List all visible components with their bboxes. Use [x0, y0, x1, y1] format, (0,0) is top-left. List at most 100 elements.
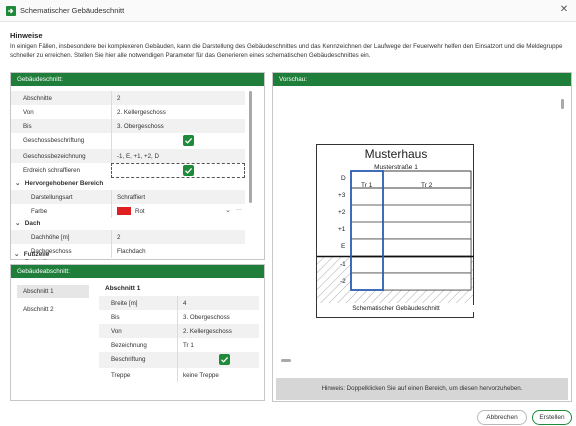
cancel-button[interactable]: Abbrechen [477, 410, 527, 425]
title-bar: Schematischer Gebäudeschnitt ✕ [0, 0, 576, 22]
cross-section-panel: Gebäudeschnitt: Abschnitte 2 Von 2. Kell… [10, 72, 265, 260]
floor-labeling-checkbox[interactable] [183, 135, 194, 146]
property-row-roof-height[interactable]: Dachhöhe [m] 2 [11, 230, 245, 244]
property-label: Farbe [31, 208, 48, 215]
property-row-to[interactable]: Bis 3. Obergeschoss [11, 119, 245, 133]
property-label: Bis [111, 314, 120, 321]
column-divider [177, 352, 178, 368]
app-icon [6, 6, 16, 16]
property-label: Von [23, 109, 34, 116]
property-row-hatch-soil[interactable]: Erdreich schraffieren [11, 163, 245, 178]
hatch-soil-value-cell[interactable] [111, 163, 245, 178]
column-divider [177, 324, 178, 338]
preview-panel-title: Vorschau: [273, 73, 571, 86]
property-label: Breite [m] [111, 300, 138, 307]
floor-label-d: D [341, 175, 346, 182]
property-value: keine Treppe [183, 372, 219, 379]
building-section-preview[interactable]: Musterhaus Musterstraße 1 Tr 1 Tr 2 D +3… [316, 144, 475, 318]
create-button[interactable]: Erstellen [532, 410, 572, 425]
property-row-from[interactable]: Von 2. Kellergeschoss [11, 105, 245, 119]
column-divider [111, 133, 112, 149]
column-divider [111, 105, 112, 119]
preview-hint: Hinweis: Doppelklicken Sie auf einen Ber… [276, 378, 568, 400]
column-divider [177, 338, 178, 352]
property-row-sections[interactable]: Abschnitte 2 [11, 91, 245, 105]
property-label: Darstellungsart [31, 194, 73, 201]
property-label: Geschossbeschriftung [23, 137, 85, 144]
floor-label-m2: -2 [340, 278, 346, 285]
column-divider [111, 149, 112, 163]
list-item-section-1[interactable]: Abschnitt 1 [17, 285, 89, 298]
section-row-width[interactable]: Breite [m] 4 [99, 296, 259, 310]
floor-label-p2: +2 [338, 209, 346, 216]
chevron-down-icon: ⌄ [14, 251, 20, 258]
property-row-color[interactable]: Farbe Rot ⌄ ··· [11, 204, 245, 218]
chevron-down-icon[interactable]: ⌄ [225, 206, 231, 214]
window-title: Schematischer Gebäudeschnitt [20, 6, 125, 15]
property-value: 3. Obergeschoss [183, 314, 230, 321]
column-divider [111, 119, 112, 133]
property-label: Von [111, 328, 122, 335]
property-label: Bis [23, 123, 32, 130]
column-divider [111, 190, 112, 204]
column-divider [177, 310, 178, 324]
section-detail-title: Abschnitt 1 [105, 285, 141, 292]
property-label: Beschriftung [111, 356, 146, 363]
category-label: Dach [24, 220, 41, 227]
property-value: Flachdach [117, 248, 146, 255]
scrollbar-thumb[interactable] [249, 91, 252, 203]
floor-label-p1: +1 [338, 226, 346, 233]
hint-title: Hinweise [10, 31, 43, 40]
property-label: Geschossbezeichnung [23, 153, 86, 160]
column-divider [111, 244, 112, 258]
preview-vertical-scrollbar[interactable] [561, 89, 565, 359]
section-panel-title: Gebäudeabschnitt: [11, 265, 264, 278]
property-value: 2 [117, 234, 121, 241]
category-label: Fußzeile [23, 251, 50, 258]
floor-label-e: E [341, 243, 346, 250]
property-value: 2. Kellergeschoss [183, 328, 232, 335]
property-label: Bezeichnung [111, 342, 147, 349]
property-row-floor-labeling[interactable]: Geschossbeschriftung [11, 133, 245, 149]
property-value: Tr 1 [183, 342, 194, 349]
column-divider [111, 91, 112, 105]
property-label: Treppe [111, 372, 131, 379]
column-divider [111, 204, 112, 218]
chevron-down-icon: ⌄ [15, 220, 21, 227]
hint-text: In einigen Fällen, insbesondere bei komp… [10, 43, 563, 59]
section-row-to[interactable]: Bis 3. Obergeschoss [99, 310, 259, 324]
section-row-from[interactable]: Von 2. Kellergeschoss [99, 324, 259, 338]
column-divider [177, 296, 178, 310]
section-row-labeling[interactable]: Beschriftung [99, 352, 259, 368]
property-value: 2. Kellergeschoss [117, 109, 166, 116]
floor-label-m1: -1 [340, 261, 346, 268]
property-row-floor-names[interactable]: Geschossbezeichnung -1, E, +1, +2, D [11, 149, 245, 163]
chevron-down-icon: ⌄ [15, 180, 21, 187]
scrollbar-thumb[interactable] [561, 99, 564, 109]
close-icon[interactable]: ✕ [558, 4, 570, 16]
property-value: 4 [183, 300, 187, 307]
section-row-stairs[interactable]: Treppe keine Treppe [99, 368, 259, 382]
floor-label-p3: +3 [338, 192, 346, 199]
property-row-display-type[interactable]: Darstellungsart Schraffiert [11, 190, 245, 204]
category-label: Hervorgehobener Bereich [24, 180, 104, 187]
list-item-section-2[interactable]: Abschnitt 2 [17, 303, 89, 316]
section-labeling-checkbox[interactable] [219, 354, 230, 365]
scrollbar-left-arrow[interactable] [281, 359, 291, 362]
more-icon[interactable]: ··· [236, 207, 242, 213]
vertical-scrollbar[interactable] [249, 89, 253, 259]
category-footer-visible[interactable]: ⌄ Fußzeile [14, 250, 49, 262]
section-row-designation[interactable]: Bezeichnung Tr 1 [99, 338, 259, 352]
preview-horizontal-scrollbar[interactable] [281, 359, 559, 363]
hatch-soil-checkbox[interactable] [183, 165, 194, 176]
property-label: Dachhöhe [m] [31, 234, 70, 241]
section-panel: Gebäudeabschnitt: Abschnitt 1 Abschnitt … [10, 264, 265, 401]
cross-section-panel-title: Gebäudeschnitt: [11, 73, 264, 86]
color-swatch [117, 207, 131, 215]
property-value: Rot [135, 208, 145, 215]
column-divider [177, 368, 178, 382]
property-value: Schraffiert [117, 194, 146, 201]
property-value: 3. Obergeschoss [117, 123, 164, 130]
preview-caption-text: Schematischer Gebäudeschnitt [317, 305, 475, 312]
property-label: Abschnitte [23, 95, 52, 102]
